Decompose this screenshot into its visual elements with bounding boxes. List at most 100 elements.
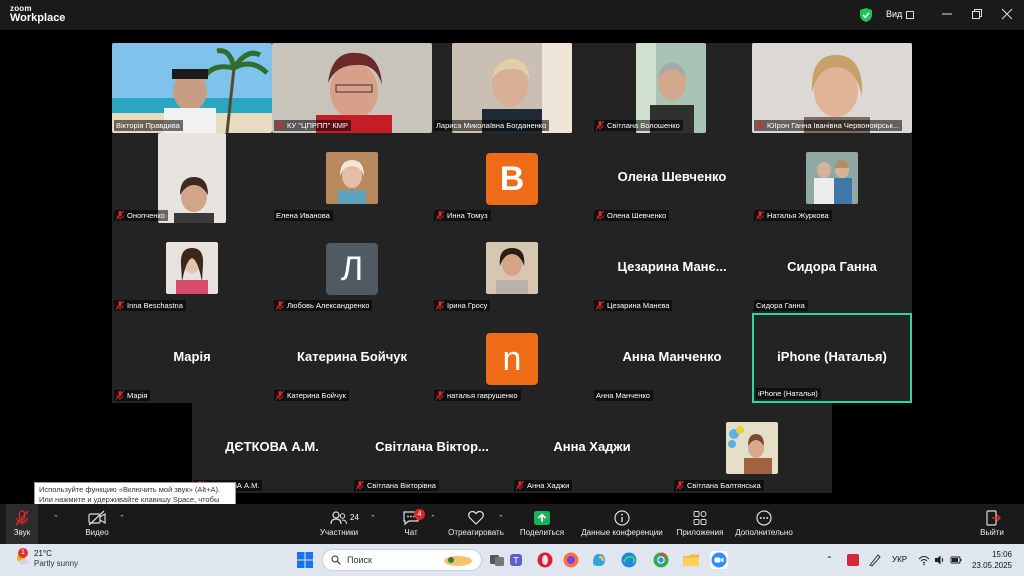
profile-photo: [726, 422, 778, 474]
teams-icon[interactable]: T: [508, 551, 526, 569]
leave-meeting-button[interactable]: Выйти: [976, 504, 1008, 544]
volume-icon[interactable]: [934, 554, 946, 566]
participant-name-label: Олена Шевченко: [594, 210, 670, 221]
avatar: n: [486, 333, 538, 385]
battery-icon[interactable]: [950, 554, 962, 566]
participant-name-label: Инна Томуз: [434, 210, 491, 221]
participant-name: Анна Манченко: [596, 391, 650, 400]
participant-tile[interactable]: Олена Шевченко Олена Шевченко: [592, 133, 752, 223]
meeting-toolbar: Звук ⌃ Видео ⌃ Участники 24 ⌃ Чат 4 ⌃ От…: [0, 504, 1024, 544]
muted-mic-icon: [276, 121, 284, 130]
leave-icon: [986, 510, 1001, 526]
participant-tile[interactable]: Л Любовь Александренко: [272, 223, 432, 313]
reactions-options-chevron-icon[interactable]: ⌃: [498, 514, 504, 522]
chat-options-chevron-icon[interactable]: ⌃: [430, 514, 436, 522]
leave-label: Выйти: [980, 528, 1004, 537]
participant-tile[interactable]: Світлана Віктор... Світлана Вікторівна: [352, 403, 512, 493]
muted-mic-icon: [756, 211, 764, 220]
participant-tile[interactable]: Ірина Гросу: [432, 223, 592, 313]
wifi-icon[interactable]: [918, 554, 930, 566]
active-speaker-tile[interactable]: iPhone (Наталья) iPhone (Наталья): [752, 313, 912, 403]
participant-name-label: Вікторія Правдива: [114, 120, 183, 131]
participant-display-name: Цезарина Манє...: [617, 259, 727, 274]
view-button[interactable]: Вид: [886, 9, 902, 19]
file-explorer-icon[interactable]: [682, 551, 700, 569]
firefox-icon[interactable]: [562, 551, 580, 569]
chrome-icon[interactable]: [652, 551, 670, 569]
participant-tile[interactable]: Елена Иванова: [272, 133, 432, 223]
close-icon[interactable]: [1000, 7, 1014, 21]
meeting-info-button[interactable]: Данные конференции: [578, 504, 666, 544]
app-tray-icon[interactable]: [846, 553, 860, 567]
grid-view-icon[interactable]: [906, 11, 914, 19]
system-clock[interactable]: 15:06 23.05.2025: [972, 549, 1012, 571]
audio-label: Звук: [13, 528, 31, 537]
info-icon: [614, 510, 630, 526]
participant-tile[interactable]: B Инна Томуз: [432, 133, 592, 223]
muted-mic-icon: [516, 481, 524, 490]
logo-bottom: Workplace: [10, 12, 66, 24]
participant-display-name: Світлана Віктор...: [375, 439, 489, 454]
participants-options-chevron-icon[interactable]: ⌃: [370, 514, 376, 522]
audio-options-chevron-icon[interactable]: ⌃: [53, 514, 59, 522]
reactions-button[interactable]: Отреагировать: [447, 504, 505, 544]
edge-icon[interactable]: [620, 551, 638, 569]
share-screen-button[interactable]: Поделиться: [516, 504, 568, 544]
minimize-icon[interactable]: [940, 7, 954, 21]
participant-tile[interactable]: Онопченко: [112, 133, 272, 223]
participants-count: 24: [350, 513, 359, 522]
participant-tile[interactable]: ДЄТКОВА А.М. ДЄТКОВА А.М.: [192, 403, 352, 493]
muted-mic-icon: [596, 301, 604, 310]
muted-mic-icon: [116, 391, 124, 400]
participant-tile[interactable]: Сидора Ганна Сидора Ганна: [752, 223, 912, 313]
participant-name: Світлана Балтянська: [687, 481, 761, 490]
search-icon: [331, 555, 341, 565]
participant-tile[interactable]: n наталья гаврушенко: [432, 313, 592, 403]
participant-tile[interactable]: Світлана Балтянська: [672, 403, 832, 493]
zoom-taskbar-icon[interactable]: [710, 551, 728, 569]
video-button[interactable]: Видео: [80, 504, 114, 544]
weather-widget[interactable]: 1 21°C Partly sunny: [14, 548, 78, 569]
task-view-icon[interactable]: [488, 551, 506, 569]
heart-icon: [468, 510, 484, 525]
shield-icon[interactable]: [860, 8, 872, 22]
participant-name: Лариса Миколаївна Богданенко: [436, 121, 547, 130]
participants-button[interactable]: Участники: [316, 504, 362, 544]
more-button[interactable]: Дополнительно: [732, 504, 796, 544]
participant-tile[interactable]: ЮІрон Ганна Іванівна Червоноярськ...: [752, 43, 912, 133]
participant-tile[interactable]: Inna Beschastna: [112, 223, 272, 313]
muted-mic-icon: [596, 121, 604, 130]
participant-name-label: iPhone (Наталья): [756, 388, 821, 399]
participant-tile[interactable]: Анна Манченко Анна Манченко: [592, 313, 752, 403]
participant-tile[interactable]: Світлана Волошенко: [592, 43, 752, 133]
meeting-info-label: Данные конференции: [581, 528, 663, 537]
video-options-chevron-icon[interactable]: ⌃: [119, 514, 125, 522]
title-bar: zoom Workplace Вид: [0, 0, 1024, 30]
participant-name: наталья гаврушенко: [447, 391, 518, 400]
opera-icon[interactable]: [536, 551, 554, 569]
muted-mic-icon: [15, 510, 29, 526]
pen-tray-icon[interactable]: [868, 553, 882, 567]
audio-button[interactable]: Звук: [6, 504, 38, 544]
apps-button[interactable]: Приложения: [674, 504, 726, 544]
restore-icon[interactable]: [970, 7, 984, 21]
participant-tile[interactable]: Анна Хаджи Анна Хаджи: [512, 403, 672, 493]
input-language[interactable]: УКР: [892, 555, 907, 564]
participant-tile[interactable]: Наталья Журкова: [752, 133, 912, 223]
chat-unread-badge: 4: [414, 509, 425, 520]
participants-label: Участники: [319, 528, 359, 537]
participant-name-label: Світлана Волошенко: [594, 120, 683, 131]
taskbar-search[interactable]: Поиск: [322, 549, 482, 571]
windows-start-icon[interactable]: [296, 551, 314, 569]
apps-label: Приложения: [676, 528, 724, 537]
participant-tile[interactable]: Катерина Бойчук Катерина Бойчук: [272, 313, 432, 403]
show-hidden-icons-chevron-icon[interactable]: ⌃: [826, 555, 833, 564]
copilot-icon[interactable]: [590, 551, 608, 569]
participant-tile[interactable]: Марія Марія: [112, 313, 272, 403]
video-feed: [158, 133, 226, 223]
participant-tile[interactable]: КУ "ЦПРПП" КМР: [272, 43, 432, 133]
muted-mic-icon: [276, 391, 284, 400]
participant-tile[interactable]: Вікторія Правдива: [112, 43, 272, 133]
participant-tile[interactable]: Цезарина Манє... Цезарина Манєва: [592, 223, 752, 313]
participant-tile[interactable]: Лариса Миколаївна Богданенко: [432, 43, 592, 133]
